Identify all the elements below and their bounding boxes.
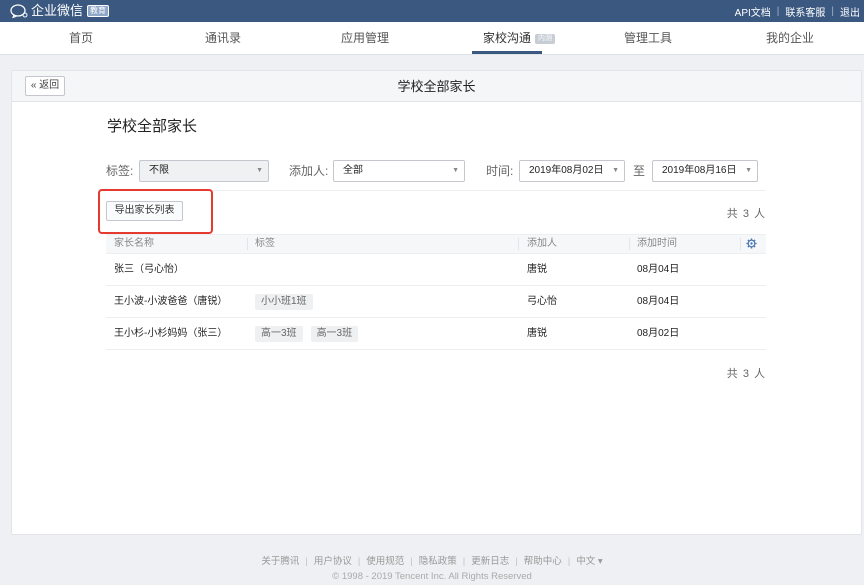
divider: | — [567, 556, 571, 567]
tab-my-company[interactable]: 我的企业 — [766, 22, 814, 55]
tag-filter-select[interactable]: 不限 ▼ — [139, 160, 269, 182]
api-docs-link[interactable]: API文档 — [735, 4, 771, 19]
page-title: 学校全部家长 — [107, 118, 198, 135]
wecom-logo-icon — [10, 4, 28, 18]
divider: | — [357, 556, 361, 567]
filter-bar: 标签: 不限 ▼ 添加人: 全部 ▼ 时间: 2019年08月02日 ▼ 至 2… — [106, 160, 766, 182]
parent-name: 王小杉-小杉妈妈（张三） — [114, 328, 228, 339]
time-filter-label: 时间: — [486, 164, 514, 178]
tab-admin-tools[interactable]: 管理工具 — [624, 22, 672, 55]
col-header-tags: 标签 — [255, 238, 275, 249]
added-time: 08月04日 — [637, 264, 680, 275]
main-nav: 首页 通讯录 应用管理 家校沟通 内测 管理工具 我的企业 — [0, 22, 864, 55]
col-header-name: 家长名称 — [114, 238, 154, 249]
table-header: 家长名称 标签 添加人 添加时间 — [106, 234, 766, 254]
footer-link-privacy[interactable]: 隐私政策 — [419, 556, 457, 567]
top-links: API文档 | 联系客服 | 退出 — [735, 0, 860, 22]
adder-filter-label: 添加人: — [289, 164, 329, 178]
added-time: 08月02日 — [637, 328, 680, 339]
tab-home-school-label: 家校沟通 — [482, 31, 532, 45]
footer-link-usage-rules[interactable]: 使用规范 — [366, 556, 404, 567]
divider — [518, 238, 519, 250]
total-count-bottom: 共 3 人 — [726, 368, 766, 380]
table-row[interactable]: 王小杉-小杉妈妈（张三） 高一3班 高一3班 唐锐 08月02日 — [106, 318, 766, 350]
tab-apps[interactable]: 应用管理 — [341, 22, 389, 55]
divider — [247, 238, 248, 250]
top-bar: 企业微信 教育 API文档 | 联系客服 | 退出 — [0, 0, 864, 22]
divider: | — [776, 5, 780, 17]
tag-filter-value: 不限 — [149, 165, 169, 176]
date-from-value: 2019年08月02日 — [529, 165, 604, 176]
active-tab-indicator — [472, 51, 542, 54]
caret-down-icon: ▼ — [612, 167, 619, 174]
contact-support-link[interactable]: 联系客服 — [785, 4, 825, 19]
table-row[interactable]: 张三（弓心怡） 唐锐 08月04日 — [106, 254, 766, 286]
to-label: 至 — [633, 164, 646, 178]
footer-links: 关于腾讯 | 用户协议 | 使用规范 | 隐私政策 | 更新日志 | 帮助中心 | 中文 ▾ — [0, 553, 864, 567]
col-header-adder: 添加人 — [527, 238, 557, 249]
tag-list: 高一3班 高一3班 — [255, 318, 366, 349]
class-tag: 高一3班 — [310, 326, 359, 342]
divider — [629, 238, 630, 250]
added-time: 08月04日 — [637, 296, 680, 307]
adder-name: 唐锐 — [527, 264, 547, 275]
column-settings-gear-icon[interactable] — [746, 238, 757, 252]
tag-list: 小小班1班 — [255, 286, 321, 317]
brand-name: 企业微信 — [31, 3, 84, 18]
date-to-select[interactable]: 2019年08月16日 ▼ — [652, 160, 758, 182]
logout-link[interactable]: 退出 — [840, 4, 860, 19]
beta-badge: 内测 — [535, 34, 556, 44]
date-to-value: 2019年08月16日 — [662, 165, 737, 176]
footer-link-help[interactable]: 帮助中心 — [524, 556, 562, 567]
card-header: « 返回 学校全部家长 — [12, 71, 861, 102]
table-row[interactable]: 王小波-小波爸爸（唐锐） 小小班1班 弓心怡 08月04日 — [106, 286, 766, 318]
col-header-time: 添加时间 — [637, 238, 677, 249]
class-tag: 小小班1班 — [255, 294, 313, 310]
divider: | — [410, 556, 413, 567]
divider: | — [305, 556, 308, 567]
adder-filter-value: 全部 — [343, 165, 363, 176]
date-from-select[interactable]: 2019年08月02日 ▼ — [519, 160, 625, 182]
caret-down-icon: ▼ — [256, 167, 263, 174]
highlight-annotation — [98, 189, 213, 234]
divider — [740, 238, 741, 250]
tab-home[interactable]: 首页 — [69, 22, 93, 55]
adder-name: 唐锐 — [527, 328, 547, 339]
tag-filter-label: 标签: — [106, 164, 134, 178]
parent-name: 张三（弓心怡） — [114, 264, 184, 275]
caret-down-icon: ▼ — [745, 167, 752, 174]
divider: | — [831, 5, 834, 17]
tab-contacts[interactable]: 通讯录 — [205, 22, 241, 55]
adder-filter-select[interactable]: 全部 ▼ — [333, 160, 465, 182]
copyright: © 1998 - 2019 Tencent Inc. All Rights Re… — [332, 571, 532, 582]
adder-name: 弓心怡 — [527, 296, 557, 307]
class-tag: 高一3班 — [255, 326, 303, 342]
footer-link-about[interactable]: 关于腾讯 — [261, 556, 299, 567]
edition-badge: 教育 — [87, 5, 110, 17]
footer-link-changelog[interactable]: 更新日志 — [471, 556, 509, 567]
caret-down-icon: ▼ — [452, 167, 459, 174]
total-count-top: 共 3 人 — [726, 208, 766, 220]
footer-link-user-agreement[interactable]: 用户协议 — [314, 556, 352, 567]
parent-name: 王小波-小波爸爸（唐锐） — [114, 296, 228, 307]
divider: | — [515, 556, 518, 567]
card-title: 学校全部家长 — [397, 79, 476, 94]
divider: | — [462, 556, 466, 567]
footer: 关于腾讯 | 用户协议 | 使用规范 | 隐私政策 | 更新日志 | 帮助中心 | 中文 ▾ © 199… — [0, 553, 864, 582]
language-selector[interactable]: 中文 ▾ — [576, 556, 602, 567]
logo[interactable]: 企业微信 教育 — [10, 3, 110, 19]
parents-table: 家长名称 标签 添加人 添加时间 张三（弓心怡） 唐锐 08月04日 王小波-小… — [106, 234, 766, 350]
